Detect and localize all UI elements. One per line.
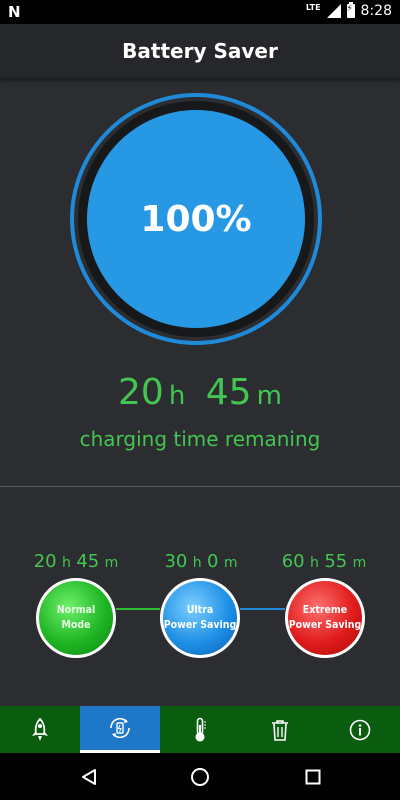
ultra-mode-time: 30 h 0 m: [146, 551, 256, 572]
extreme-mode-minutes: 55: [324, 551, 348, 572]
back-button[interactable]: [77, 765, 101, 789]
rocket-icon: [32, 717, 48, 741]
mode-connector-green: [116, 608, 160, 610]
tab-battery-saver[interactable]: [80, 706, 160, 753]
battery-refresh-icon: [110, 717, 130, 739]
normal-mode-button[interactable]: Normal Mode: [36, 578, 116, 658]
extreme-mode-label-1: Extreme: [302, 604, 348, 616]
mode-connector-blue: [240, 608, 285, 610]
charging-hours-unit: h: [168, 381, 186, 411]
normal-mode-minutes: 45: [76, 551, 100, 572]
extreme-mode-time: 60 h 55 m: [269, 551, 379, 572]
extreme-mode-hours: 60: [281, 551, 305, 572]
page-title: Battery Saver: [122, 39, 278, 63]
divider: [0, 486, 400, 487]
tab-temperature[interactable]: [160, 706, 240, 753]
extreme-mode-label-2: Power Saving: [288, 619, 362, 631]
back-icon: [82, 769, 96, 785]
clock: 8:28: [360, 3, 392, 19]
ultra-mode-hours: 30: [164, 551, 188, 572]
charging-hours: 20: [118, 372, 164, 413]
notification-icon: N: [8, 3, 21, 21]
ultra-power-saving-button[interactable]: Ultra Power Saving: [160, 578, 240, 658]
info-icon: [349, 719, 371, 740]
status-icons: LTE 8:28: [305, 2, 392, 19]
app-bar: Battery Saver: [0, 24, 400, 78]
charging-label: charging time remaning: [79, 427, 321, 451]
battery-percent: 100%: [140, 198, 252, 240]
normal-mode-time: 20 h 45 m: [21, 551, 131, 572]
extreme-power-saving-button[interactable]: Extreme Power Saving: [285, 578, 365, 658]
tab-info[interactable]: [320, 706, 400, 753]
battery-charging-icon: [346, 2, 355, 18]
ultra-mode-label-2: Power Saving: [163, 619, 237, 631]
ultra-mode-hours-unit: h: [192, 555, 202, 571]
recents-button[interactable]: [301, 765, 325, 789]
tab-boost[interactable]: [0, 706, 80, 753]
normal-mode-hours: 20: [33, 551, 57, 572]
signal-icon: [326, 4, 341, 18]
battery-gauge: 100%: [87, 110, 305, 328]
normal-mode-label-1: Normal: [56, 604, 96, 616]
normal-mode-label-2: Mode: [61, 619, 91, 631]
charging-time: 20 h 45 m: [0, 372, 400, 413]
charging-minutes-unit: m: [256, 381, 282, 411]
ultra-mode-minutes-unit: m: [223, 555, 238, 571]
bottom-tab-bar: [0, 706, 400, 753]
home-button[interactable]: [188, 765, 212, 789]
trash-icon: [272, 719, 288, 741]
ultra-mode-minutes: 0: [207, 551, 219, 572]
status-bar: N LTE 8:28: [0, 0, 400, 24]
home-icon: [191, 768, 209, 786]
extreme-mode-hours-unit: h: [310, 555, 319, 571]
normal-mode-hours-unit: h: [62, 555, 71, 571]
thermometer-icon: [195, 717, 206, 741]
system-nav-bar: [0, 753, 400, 800]
normal-mode-minutes-unit: m: [104, 555, 119, 571]
charging-minutes: 45: [205, 372, 252, 413]
extreme-mode-minutes-unit: m: [352, 555, 367, 571]
ultra-mode-label-1: Ultra: [186, 604, 214, 616]
network-type-label: LTE: [305, 2, 321, 12]
tab-cleaner[interactable]: [240, 706, 320, 753]
recents-icon: [305, 769, 321, 785]
